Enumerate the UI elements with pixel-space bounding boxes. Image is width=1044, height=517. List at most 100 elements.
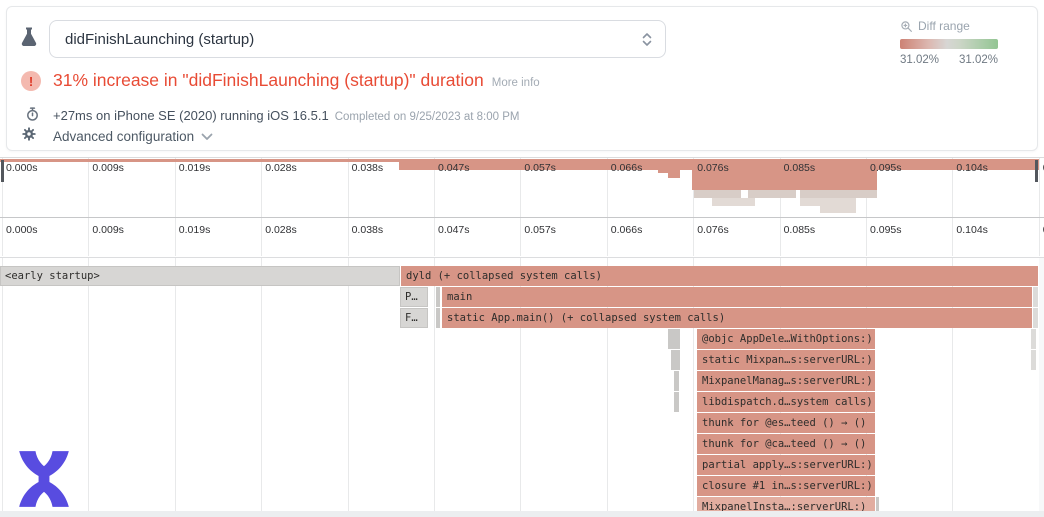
minimap-right-handle[interactable]: [1035, 160, 1038, 182]
completed-timestamp: Completed on 9/25/2023 at 8:00 PM: [335, 111, 520, 123]
gridline: [2, 218, 3, 256]
tick-label: 0.000s: [6, 162, 38, 174]
tick-label: 0.019s: [179, 162, 211, 174]
gear-icon: [21, 126, 37, 147]
tick-label: 0.038s: [352, 224, 384, 236]
tick-label: 0.085s: [784, 224, 816, 236]
gridline: [434, 218, 435, 256]
flame-bar[interactable]: static Mixpan…s:serverURL:): [697, 350, 875, 370]
gridline: [866, 218, 867, 256]
mixpanel-logo: [12, 448, 76, 515]
flame-bar[interactable]: closure #1 in…s:serverURL:): [697, 476, 875, 496]
minimap-block: [800, 198, 856, 206]
tick-label: 0.066s: [611, 162, 643, 174]
tick-label: 0.019s: [179, 224, 211, 236]
timeline-minimap[interactable]: 0.000s0.009s0.019s0.028s0.038s0.047s0.05…: [0, 157, 1044, 218]
flame-sliver[interactable]: [674, 371, 679, 391]
flame-bar-label: <early startup>: [0, 266, 400, 286]
diff-range-legend: Diff range 31.02% 31.02%: [900, 19, 998, 66]
flame-bar-label: static App.main() (+ collapsed system ca…: [442, 308, 1032, 328]
gridline: [434, 258, 435, 511]
flame-bar-label: closure #1 in…s:serverURL:): [697, 476, 875, 496]
flame-bar[interactable]: MixpanelManag…s:serverURL:): [697, 371, 875, 391]
flame-bar-label: P…: [400, 287, 428, 307]
flame-bar-label: F…: [400, 308, 428, 328]
tick-label: 0.028s: [265, 224, 297, 236]
flame-bar[interactable]: partial apply…s:serverURL:): [697, 455, 875, 475]
experiment-flask-icon: [17, 24, 41, 56]
minimap-block: [694, 190, 741, 198]
gridline: [693, 218, 694, 256]
flame-sliver[interactable]: [1033, 308, 1038, 328]
gridline: [261, 258, 262, 511]
delta-summary: +27ms on iPhone SE (2020) running iOS 16…: [53, 108, 519, 123]
gridline: [607, 218, 608, 256]
flame-sliver[interactable]: [436, 287, 440, 307]
flame-chart: <early startup>dyld (+ collapsed system …: [0, 258, 1044, 511]
performance-diff-screen: didFinishLaunching (startup) ! 31% incre…: [0, 0, 1044, 517]
diff-range-max: 31.02%: [959, 54, 998, 66]
flame-bar-label: partial apply…s:serverURL:): [697, 455, 875, 475]
gridline: [261, 158, 262, 217]
advanced-configuration-toggle[interactable]: Advanced configuration: [53, 129, 213, 144]
flame-sliver[interactable]: [436, 308, 440, 328]
minimap-left-handle[interactable]: [1, 160, 4, 182]
flame-bar[interactable]: @objc AppDele…WithOptions:): [697, 329, 875, 349]
tick-label: 0.047s: [438, 224, 470, 236]
flame-sliver[interactable]: [1033, 287, 1038, 307]
gridline: [1039, 218, 1040, 256]
gridline: [175, 258, 176, 511]
flame-sliver[interactable]: [671, 350, 680, 370]
minimap-block: [800, 190, 877, 198]
horizontal-scrollbar-track[interactable]: [0, 511, 1044, 517]
tick-label: 0.009s: [92, 162, 124, 174]
flame-bar[interactable]: main: [442, 287, 1032, 307]
select-updown-icon: [641, 31, 653, 52]
header-card: didFinishLaunching (startup) ! 31% incre…: [6, 6, 1038, 151]
regression-title: 31% increase in "didFinishLaunching (sta…: [53, 70, 540, 91]
tick-label: 0.066s: [611, 224, 643, 236]
gridline: [88, 158, 89, 217]
stopwatch-icon: [25, 106, 40, 127]
chevron-down-icon: [201, 133, 213, 141]
tick-label: 0.085s: [784, 162, 816, 174]
gridline: [348, 258, 349, 511]
flame-sliver[interactable]: [674, 392, 679, 412]
tick-label: 0.009s: [92, 224, 124, 236]
diff-range-gradient: [900, 39, 998, 49]
magnifier-plus-icon: [900, 20, 913, 33]
flame-bar[interactable]: libdispatch.d…system calls): [697, 392, 875, 412]
minimap-block: [712, 198, 755, 206]
flame-sliver[interactable]: [1031, 329, 1036, 349]
flame-bar[interactable]: F…: [400, 308, 428, 328]
flame-sliver[interactable]: [668, 329, 680, 349]
flame-bar-label: thunk for @ca…teed () → (): [697, 434, 875, 454]
metric-select[interactable]: didFinishLaunching (startup): [49, 20, 666, 58]
flame-bar-label: MixpanelManag…s:serverURL:): [697, 371, 875, 391]
flame-sliver[interactable]: [1031, 350, 1036, 370]
tick-label: 0.000s: [6, 224, 38, 236]
flame-bar[interactable]: P…: [400, 287, 428, 307]
flame-bar[interactable]: thunk for @es…teed () → (): [697, 413, 875, 433]
flame-bar-label: static Mixpan…s:serverURL:): [697, 350, 875, 370]
flame-bar-label: @objc AppDele…WithOptions:): [697, 329, 875, 349]
more-info-link[interactable]: More info: [492, 77, 540, 89]
minimap-block: [820, 206, 856, 213]
gridline: [348, 158, 349, 217]
tick-label: 0.104s: [956, 224, 988, 236]
diff-range-label: Diff range: [918, 19, 970, 33]
timeline-ruler[interactable]: 0.000s0.009s0.019s0.028s0.038s0.047s0.05…: [0, 218, 1044, 258]
minimap-block: [668, 170, 680, 178]
tick-label: 0.076s: [697, 162, 729, 174]
flame-bar[interactable]: thunk for @ca…teed () → (): [697, 434, 875, 454]
minimap-block: [748, 190, 796, 198]
metric-select-value: didFinishLaunching (startup): [65, 31, 254, 48]
flame-bar[interactable]: <early startup>: [0, 266, 400, 286]
tick-label: 0.076s: [697, 224, 729, 236]
flame-bar[interactable]: static App.main() (+ collapsed system ca…: [442, 308, 1032, 328]
scrollbar-gutter[interactable]: [1039, 258, 1044, 511]
flame-bar[interactable]: dyld (+ collapsed system calls): [401, 266, 1038, 286]
flame-bar-label: thunk for @es…teed () → (): [697, 413, 875, 433]
flame-bar-label: libdispatch.d…system calls): [697, 392, 875, 412]
gridline: [88, 258, 89, 511]
